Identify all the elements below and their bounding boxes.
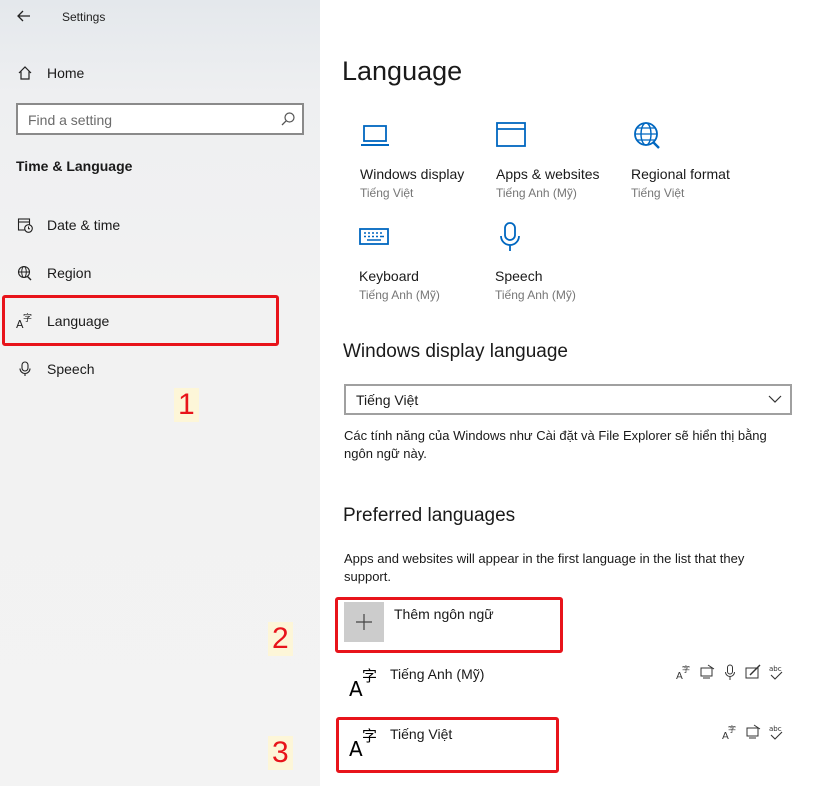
svg-text:A: A: [349, 677, 363, 698]
tile-value: Tiếng Việt: [631, 186, 685, 200]
back-arrow-icon: [17, 10, 30, 22]
dropdown-selected-value: Tiếng Việt: [356, 392, 419, 408]
sidebar-item-label: Date & time: [47, 217, 121, 233]
tile-value: Tiếng Anh (Mỹ): [496, 186, 577, 200]
svg-text:abc: abc: [769, 665, 782, 673]
language-feature-icons: A 字 abc: [676, 664, 785, 682]
svg-text:abc: abc: [769, 725, 782, 733]
sidebar-item-date-time[interactable]: Date & time: [0, 205, 300, 245]
window-icon: [496, 122, 526, 147]
chevron-down-icon: [768, 395, 782, 403]
section-heading: Time & Language: [16, 158, 133, 174]
window-title: Settings: [62, 10, 106, 24]
sidebar-item-label: Speech: [47, 361, 95, 377]
search-icon: [281, 112, 295, 126]
display-language-dropdown[interactable]: Tiếng Việt: [344, 384, 792, 415]
step-label-2: 2: [268, 622, 293, 656]
nav-home-label: Home: [47, 65, 85, 81]
laptop-icon: [361, 125, 389, 146]
spell-check-icon: abc: [769, 665, 783, 680]
language-name: Tiếng Anh (Mỹ): [390, 666, 485, 682]
sidebar: Settings Home Find a setting Time & Lang…: [0, 0, 320, 786]
search-input[interactable]: Find a setting: [16, 103, 304, 135]
main-panel: Language Windows display Tiếng Việt Apps…: [320, 0, 840, 786]
title-bar: Settings: [0, 0, 320, 34]
tile-label: Speech: [495, 268, 543, 284]
globe-icon: [16, 264, 34, 282]
svg-text:字: 字: [728, 724, 736, 734]
microphone-icon: [500, 222, 520, 251]
highlight-step-2: [335, 597, 563, 653]
display-language-icon: A 字: [676, 664, 690, 681]
tile-value: Tiếng Việt: [360, 186, 414, 200]
highlight-step-3: [336, 717, 559, 773]
svg-text:字: 字: [362, 667, 377, 685]
highlight-step-1: [2, 295, 279, 346]
tile-label: Windows display: [360, 166, 465, 182]
language-row-english[interactable]: A 字 Tiếng Anh (Mỹ) A 字 abc: [344, 664, 794, 704]
microphone-icon: [16, 360, 34, 378]
page-title: Language: [342, 56, 463, 86]
text-to-speech-icon: [746, 724, 761, 739]
tile-value: Tiếng Anh (Mỹ): [359, 288, 440, 302]
preferred-languages-description: Apps and websites will appear in the fir…: [344, 551, 745, 584]
calendar-clock-icon: [16, 216, 34, 234]
nav-home[interactable]: Home: [0, 53, 300, 93]
sidebar-item-speech[interactable]: Speech: [0, 349, 300, 389]
handwriting-icon: [745, 664, 761, 679]
language-glyph-icon: A 字: [349, 667, 377, 698]
speech-recognition-icon: [725, 664, 735, 680]
tile-windows-display[interactable]: Windows display Tiếng Việt: [360, 120, 500, 210]
tile-label: Apps & websites: [496, 166, 600, 182]
keyboard-icon: [359, 228, 389, 245]
svg-text:字: 字: [682, 664, 690, 674]
search-placeholder: Find a setting: [28, 112, 113, 128]
display-language-heading: Windows display language: [343, 341, 568, 362]
step-label-3: 3: [268, 736, 293, 770]
spell-check-icon: abc: [769, 725, 783, 740]
text-to-speech-icon: [700, 664, 715, 679]
tile-regional-format[interactable]: Regional format Tiếng Việt: [631, 120, 771, 210]
display-language-description: Các tính năng của Windows như Cài đặt và…: [344, 428, 767, 461]
home-icon: [16, 64, 34, 82]
language-feature-icons: A 字 abc: [722, 724, 785, 742]
tile-speech[interactable]: Speech Tiếng Anh (Mỹ): [495, 222, 635, 312]
tile-value: Tiếng Anh (Mỹ): [495, 288, 576, 302]
display-language-icon: A 字: [722, 724, 736, 741]
preferred-languages-heading: Preferred languages: [343, 505, 516, 526]
tile-keyboard[interactable]: Keyboard Tiếng Anh (Mỹ): [359, 222, 499, 312]
step-label-1: 1: [174, 388, 199, 422]
back-button[interactable]: [10, 4, 38, 28]
globe-settings-icon: [634, 122, 660, 149]
tile-apps-websites[interactable]: Apps & websites Tiếng Anh (Mỹ): [496, 120, 636, 210]
sidebar-item-region[interactable]: Region: [0, 253, 300, 293]
tile-label: Regional format: [631, 166, 730, 182]
tile-label: Keyboard: [359, 268, 419, 284]
sidebar-item-label: Region: [47, 265, 92, 281]
